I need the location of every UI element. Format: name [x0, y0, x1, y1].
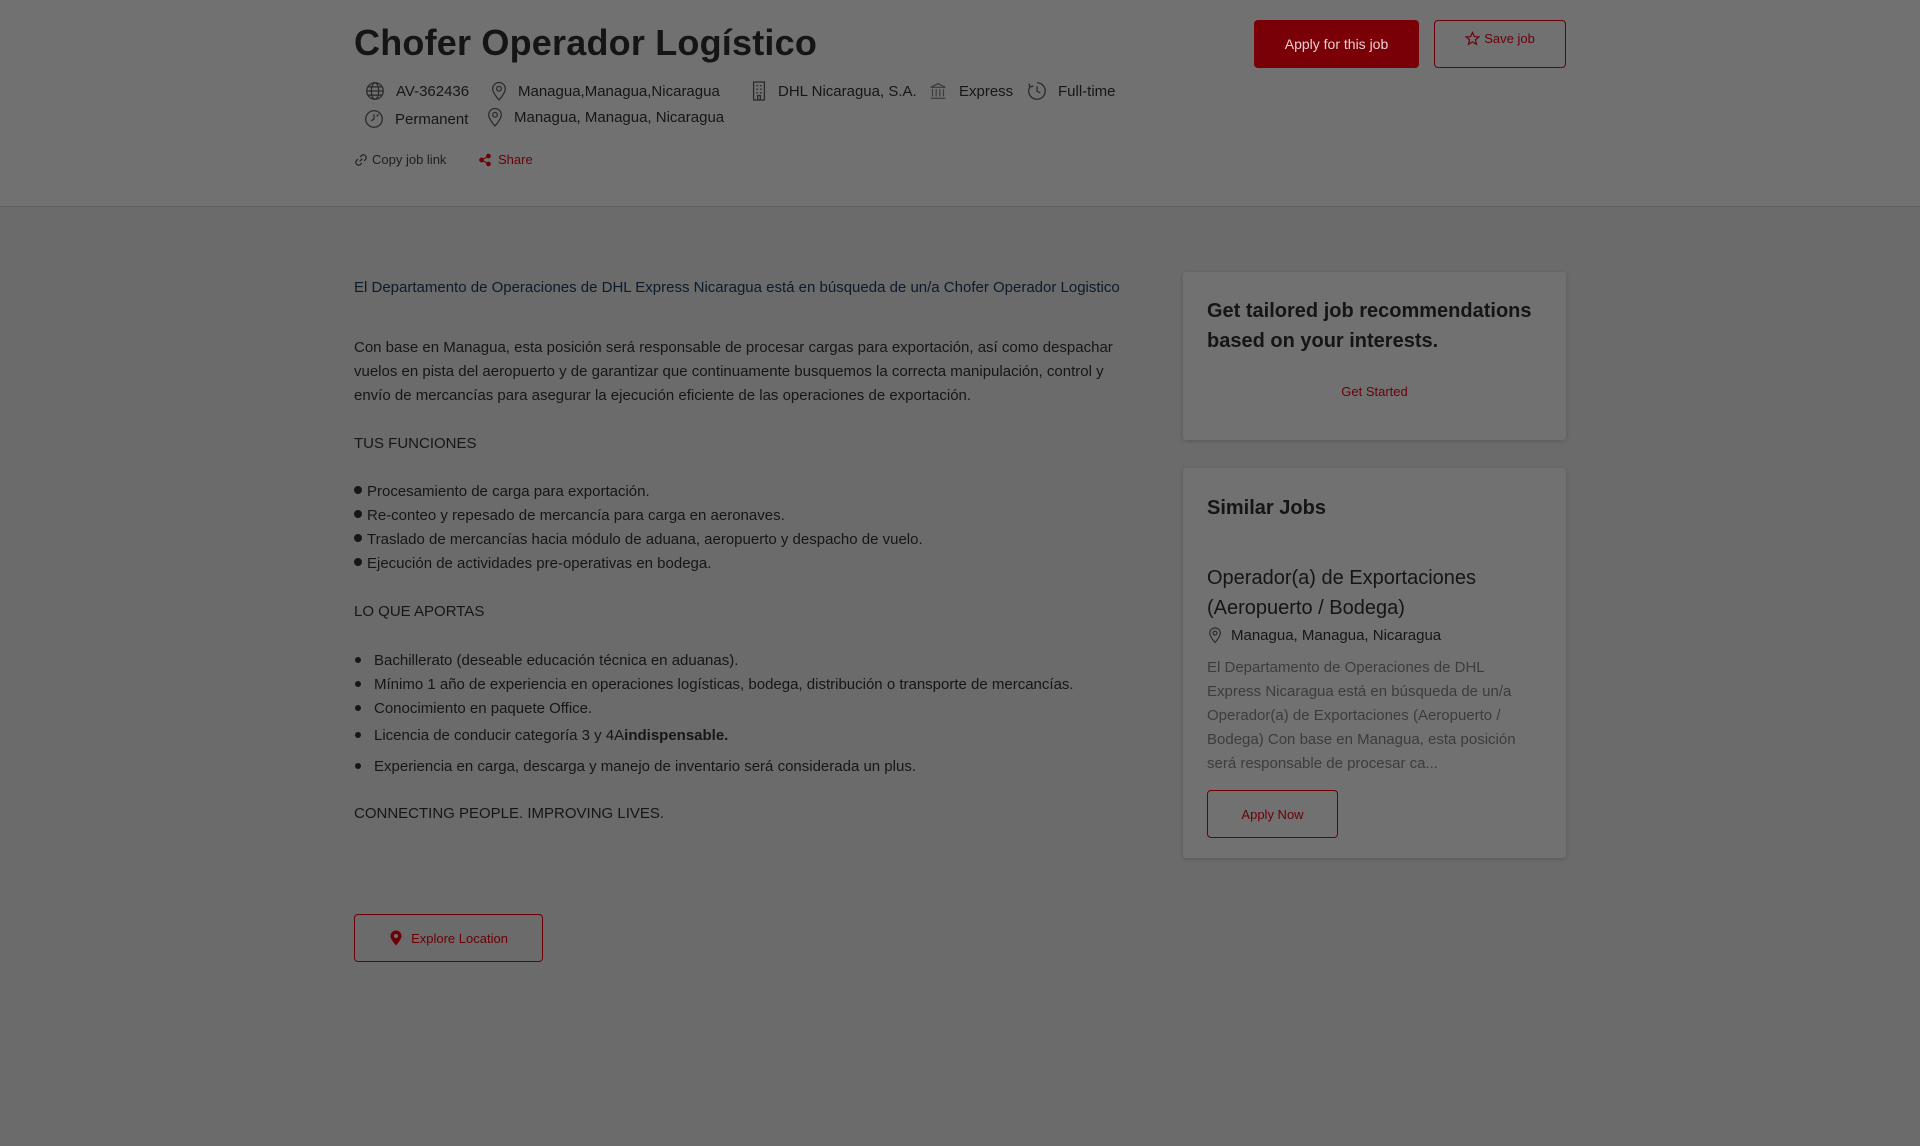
function-item: Re-conteo y repesado de mercancía para c… — [354, 504, 1134, 528]
function-item: Ejecución de actividades pre-operativas … — [354, 552, 1134, 576]
page-title: Chofer Operador Logístico — [354, 22, 818, 63]
similar-job-location: Managua, Managua, Nicaragua — [1207, 626, 1441, 644]
job-schedule: Full-time — [1026, 80, 1116, 102]
star-icon — [1465, 31, 1481, 46]
job-header: Chofer Operador Logístico AV-362436 Mana… — [0, 0, 1920, 207]
requirement-item: Mínimo 1 año de experiencia en operacion… — [354, 672, 1074, 696]
similar-job-title[interactable]: Operador(a) de Exportaciones (Aeropuerto… — [1207, 563, 1547, 623]
company-slogan: CONNECTING PEOPLE. IMPROVING LIVES. — [354, 805, 665, 822]
job-id: AV-362436 — [364, 80, 469, 102]
get-started-link[interactable]: Get Started — [1183, 384, 1566, 399]
job-division: Express — [927, 80, 1013, 102]
globe-icon — [366, 82, 384, 100]
requirement-item: Experiencia en carga, descarga y manejo … — [354, 754, 916, 778]
requirement-item: Bachillerato (deseable educación técnica… — [354, 648, 738, 672]
job-division-text: Express — [959, 82, 1014, 100]
copy-job-link[interactable]: Copy job link — [354, 152, 446, 167]
job-intro: El Departamento de Operaciones de DHL Ex… — [354, 279, 1120, 296]
clock-icon — [1028, 82, 1046, 100]
location-pin-icon — [492, 81, 506, 101]
share-icon — [479, 153, 491, 166]
job-company: DHL Nicaragua, S.A. — [750, 80, 917, 102]
requirements-heading: LO QUE APORTAS — [354, 603, 485, 620]
bullet — [354, 534, 362, 543]
contract-clock-icon — [365, 110, 383, 128]
job-location-short: Managua,Managua,Nicaragua — [490, 80, 720, 102]
map-pin-icon — [390, 930, 402, 946]
functions-heading: TUS FUNCIONES — [354, 435, 477, 452]
function-item: Traslado de mercancías hacia módulo de a… — [354, 528, 1134, 552]
job-contract-text: Permanent — [395, 110, 469, 128]
apply-for-job-button[interactable]: Apply for this job — [1254, 20, 1419, 68]
bullet — [354, 510, 362, 519]
copy-job-link-label: Copy job link — [372, 152, 447, 167]
link-icon — [355, 153, 367, 166]
job-paragraph: Con base en Managua, esta posición será … — [354, 339, 1113, 404]
job-company-text: DHL Nicaragua, S.A. — [778, 82, 917, 100]
similar-jobs-heading: Similar Jobs — [1207, 497, 1326, 519]
apply-now-button[interactable]: Apply Now — [1207, 790, 1338, 838]
job-location-short-text: Managua,Managua,Nicaragua — [518, 82, 720, 100]
bullet — [354, 558, 362, 567]
job-contract: Permanent — [363, 108, 468, 130]
job-location-full: Managua, Managua, Nicaragua — [486, 106, 724, 128]
location-pin-icon — [488, 107, 502, 127]
job-schedule-text: Full-time — [1058, 82, 1116, 100]
explore-location-button[interactable]: Explore Location — [354, 914, 543, 962]
requirement-item: Conocimiento en paquete Office. — [354, 696, 592, 720]
bullet — [354, 486, 362, 495]
similar-jobs-card: Similar Jobs Operador(a) de Exportacione… — [1183, 468, 1566, 858]
function-item: Procesamiento de carga para exportación. — [354, 480, 1134, 504]
similar-job-location-text: Managua, Managua, Nicaragua — [1231, 626, 1442, 644]
recommendations-title: Get tailored job recommendations based o… — [1207, 300, 1532, 352]
share-link[interactable]: Share — [478, 152, 533, 167]
similar-job-snippet: El Departamento de Operaciones de DHL Ex… — [1207, 659, 1516, 772]
location-pin-icon — [1209, 627, 1221, 644]
license-emphasis: indispensable. — [624, 726, 729, 744]
explore-location-label: Explore Location — [411, 930, 508, 946]
share-link-label: Share — [498, 152, 533, 167]
building-icon — [752, 81, 766, 101]
recommendations-card: Get tailored job recommendations based o… — [1183, 272, 1566, 440]
requirement-item: Licencia de conducir categoría 3 y 4A ind… — [354, 723, 728, 747]
institution-icon — [930, 83, 946, 99]
save-job-label: Save job — [1484, 31, 1535, 46]
job-location-full-text: Managua, Managua, Nicaragua — [514, 108, 725, 126]
save-job-button[interactable]: Save job — [1434, 20, 1566, 68]
job-id-text: AV-362436 — [396, 82, 470, 100]
